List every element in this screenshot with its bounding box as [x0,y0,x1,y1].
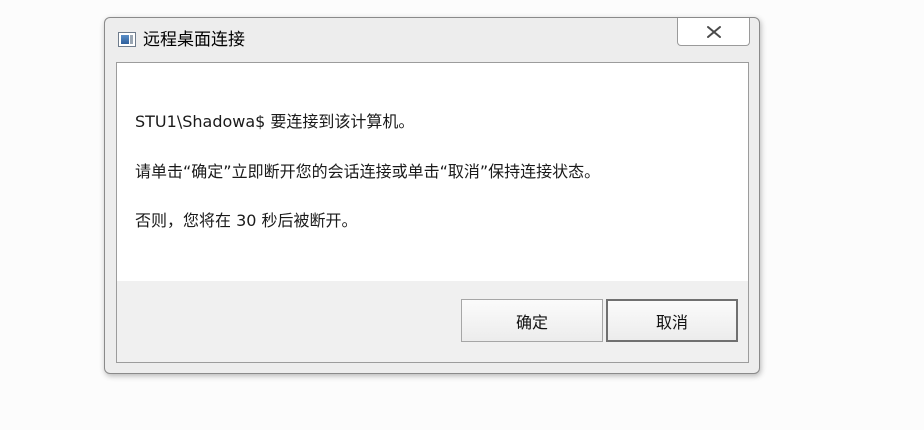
remote-desktop-dialog: 远程桌面连接 STU1\Shadowa$ 要连接到该计算机。 请单击“确定”立即… [104,17,760,374]
message-line-1: STU1\Shadowa$ 要连接到该计算机。 [135,112,415,131]
message-line-2: 请单击“确定”立即断开您的会话连接或单击“取消”保持连接状态。 [135,162,601,181]
button-bar: 确定 取消 [117,281,748,362]
message-line-3: 否则，您将在 30 秒后被断开。 [135,211,358,230]
cancel-button[interactable]: 取消 [606,299,738,342]
title-bar[interactable]: 远程桌面连接 [105,18,759,62]
dialog-body: STU1\Shadowa$ 要连接到该计算机。 请单击“确定”立即断开您的会话连… [116,62,749,363]
close-button[interactable] [677,18,750,46]
ok-button[interactable]: 确定 [461,299,603,342]
message-area: STU1\Shadowa$ 要连接到该计算机。 请单击“确定”立即断开您的会话连… [117,63,748,281]
window-title: 远程桌面连接 [143,30,245,50]
remote-desktop-icon [118,32,136,47]
close-icon [706,25,721,38]
